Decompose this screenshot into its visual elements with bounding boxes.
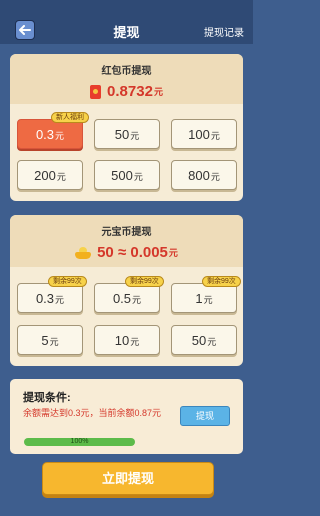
option-value: 800 [188,168,210,183]
option-unit: 元 [130,337,140,347]
option-value: 1 [195,291,203,306]
yuanbao-card: 元宝币提现 50 ≈ 0.005 元 剩余99次 0.3 元 剩余99次 0.5 元 … [10,215,243,366]
option-unit: 元 [207,337,217,347]
option-unit: 元 [210,131,220,141]
option-value: 100 [188,127,210,142]
option-unit: 元 [133,172,143,182]
option-value: 5 [41,333,49,348]
yuanbao-option-1[interactable]: 剩余99次 1元 [171,276,241,313]
hongbao-option-500[interactable]: 500 元 [94,160,160,190]
remaining-tag: 剩余99次 [125,276,164,287]
option-unit: 元 [210,172,220,182]
yuanbao-rate: 50 ≈ 0.005 [97,244,168,261]
option-unit: 元 [130,131,140,141]
hongbao-card: 红包币提现 0.8732 元 新人福利 0.3 元 50 元 100 元 200 元 50… [10,54,243,201]
option-unit: 元 [55,131,65,141]
new-user-tag: 新人福利 [51,112,89,123]
option-value: 0.5 [112,291,132,306]
yuanbao-title: 元宝币提现 [101,227,152,238]
yuanbao-card-header: 元宝币提现 50 ≈ 0.005 元 [10,215,243,267]
option-unit: 元 [132,295,142,305]
hongbao-option-200[interactable]: 200 元 [17,160,83,190]
condition-title: 提现条件: [23,392,71,404]
hongbao-title: 红包币提现 [101,66,152,77]
hongbao-option-50[interactable]: 50 元 [94,119,160,149]
yuanbao-rate-unit: 元 [168,248,178,258]
option-value: 500 [111,168,133,183]
option-unit: 元 [203,295,213,305]
option-value: 0.3 [35,291,55,306]
yuanbao-rate-row: 50 ≈ 0.005 元 [10,244,243,261]
option-value: 200 [34,168,56,183]
hongbao-balance-unit: 元 [153,87,163,97]
condition-text: 余额需达到0.3元，当前余额0.87元 [23,408,162,418]
option-unit: 元 [49,337,59,347]
option-value: 10 [114,333,130,348]
withdraw-now-button[interactable]: 立即提现 [42,462,214,495]
hongbao-option-0.3[interactable]: 新人福利 0.3 元 [17,112,89,149]
yuanbao-option-50[interactable]: 50 元 [171,325,237,355]
condition-withdraw-button[interactable]: 提现 [180,406,230,426]
yuanbao-option-0.3[interactable]: 剩余99次 0.3 元 [17,276,87,313]
progress-bar: 100% [24,438,135,446]
withdraw-condition-card: 提现条件: 余额需达到0.3元，当前余额0.87元 提现 100% [10,379,243,454]
remaining-tag: 剩余99次 [48,276,87,287]
option-value: 50 [114,127,130,142]
progress-label: 100% [70,438,89,445]
option-value: 0.3 [35,127,55,142]
yuanbao-option-0.5[interactable]: 剩余99次 0.5 元 [94,276,164,313]
yuanbao-option-5[interactable]: 5元 [17,325,83,355]
option-unit: 元 [56,172,66,182]
remaining-tag: 剩余99次 [202,276,241,287]
option-unit: 元 [55,295,65,305]
top-bar: 提现 提现记录 [0,0,253,44]
hongbao-option-800[interactable]: 800 元 [171,160,237,190]
hongbao-card-header: 红包币提现 0.8732 元 [10,54,243,104]
yuanbao-option-10[interactable]: 10 元 [94,325,160,355]
gold-ingot-icon [75,246,92,259]
withdraw-record-link[interactable]: 提现记录 [204,24,244,39]
hongbao-balance: 0.8732 [107,83,153,100]
hongbao-balance-row: 0.8732 元 [10,83,243,100]
red-envelope-icon [90,84,102,99]
option-value: 50 [191,333,207,348]
hongbao-option-100[interactable]: 100 元 [171,119,237,149]
